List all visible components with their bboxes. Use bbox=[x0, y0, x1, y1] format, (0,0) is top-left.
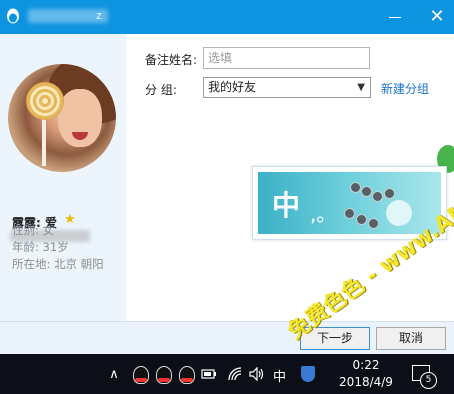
close-button[interactable]: ✕ bbox=[420, 0, 454, 34]
group-select-value: 我的好友 bbox=[208, 80, 257, 94]
notification-count-badge: 5 bbox=[420, 372, 437, 389]
wifi-icon[interactable] bbox=[227, 366, 243, 382]
minimize-icon bbox=[389, 17, 401, 18]
battery-icon[interactable] bbox=[201, 368, 217, 380]
bead-icon bbox=[368, 218, 379, 229]
flower-icon bbox=[386, 200, 412, 226]
bead-icon bbox=[350, 182, 361, 193]
ime-indicator[interactable]: 中 bbox=[273, 366, 286, 385]
clock-time[interactable]: 0:22 bbox=[336, 358, 396, 372]
age-text: 年龄: 31岁 bbox=[12, 240, 69, 254]
avatar-lollipop-stick bbox=[42, 116, 46, 166]
gender-text: 性别: 女 bbox=[12, 223, 55, 237]
remark-input[interactable]: 选填 bbox=[203, 47, 370, 69]
chevron-up-icon[interactable]: ∧ bbox=[106, 367, 122, 382]
location-text: 所在地: 北京 朝阳 bbox=[12, 257, 104, 271]
bead-icon bbox=[372, 191, 383, 202]
security-shield-icon[interactable] bbox=[301, 366, 315, 382]
window-title-fragment: z bbox=[96, 9, 102, 22]
qq-tray-icon[interactable] bbox=[179, 366, 195, 384]
bead-icon bbox=[384, 188, 395, 199]
ad-text-main: 中 bbox=[272, 189, 301, 222]
clock-date[interactable]: 2018/4/9 bbox=[336, 375, 396, 389]
title-bar: z ✕ bbox=[0, 0, 454, 34]
bead-icon bbox=[356, 214, 367, 225]
ad-text-dot: ,。 bbox=[310, 202, 337, 226]
volume-icon[interactable] bbox=[249, 367, 265, 381]
avatar-lollipop bbox=[26, 82, 64, 120]
remark-label: 备注姓名: bbox=[145, 53, 198, 67]
qq-penguin-icon bbox=[7, 8, 19, 24]
dropdown-arrow-icon: ▼ bbox=[357, 82, 365, 93]
qq-tray-icon[interactable] bbox=[133, 366, 149, 384]
qq-tray-icon[interactable] bbox=[156, 366, 172, 384]
taskbar: ∧ 中 0:22 2018/4/9 5 bbox=[0, 354, 454, 394]
avatar[interactable] bbox=[8, 64, 116, 172]
group-label: 分 组: bbox=[145, 83, 177, 97]
group-select[interactable]: 我的好友 ▼ bbox=[203, 77, 371, 98]
cancel-button[interactable]: 取消 bbox=[376, 327, 446, 350]
minimize-button[interactable] bbox=[378, 0, 412, 34]
star-icon: ★ bbox=[64, 212, 76, 227]
new-group-link[interactable]: 新建分组 bbox=[381, 80, 429, 97]
bead-icon bbox=[344, 208, 355, 219]
profile-panel: 露露: 爱 ★ 性别: 女 年龄: 31岁 所在地: 北京 朝阳 bbox=[0, 34, 126, 321]
bead-icon bbox=[361, 186, 372, 197]
